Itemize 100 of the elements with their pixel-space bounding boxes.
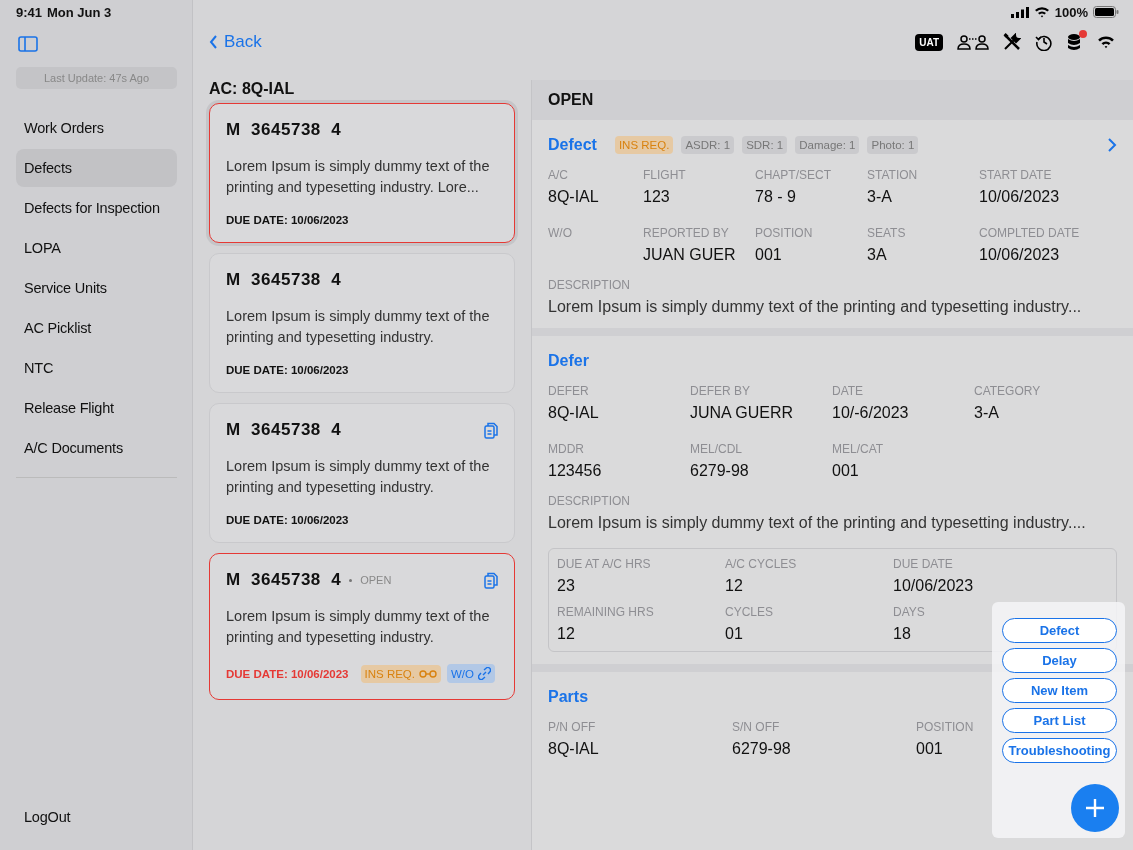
documents-icon[interactable] (484, 421, 498, 439)
add-button[interactable] (1071, 784, 1119, 832)
due-date: DUE DATE: 10/06/2023 (226, 514, 349, 526)
field-value: 001 (916, 740, 943, 758)
sidebar-item[interactable]: Service Units (16, 269, 177, 307)
field-label: P/N OFF (548, 720, 596, 734)
environment-badge: UAT (915, 33, 943, 51)
due-date: DUE DATE: 10/06/2023 (226, 214, 349, 226)
plus-icon (1085, 798, 1105, 818)
field-label: MEL/CAT (832, 442, 884, 456)
card-title: M 3645738 4 (226, 570, 342, 590)
field-label: DEFER (548, 384, 589, 398)
card-title: M 3645738 4 (226, 270, 342, 290)
field-label: DUE AT A/C HRS (557, 557, 651, 571)
wifi-icon[interactable] (1097, 35, 1115, 49)
sidebar-item[interactable]: Defects for Inspection (16, 189, 177, 227)
signal-icon (1010, 6, 1029, 18)
field-value: 123 (643, 188, 670, 206)
field-label: COMPLTED DATE (979, 226, 1080, 240)
field-value: 123456 (548, 462, 602, 480)
field-value: 001 (832, 462, 859, 480)
field-label: POSITION (755, 226, 813, 240)
field-label: CHAPT/SECT (755, 168, 831, 182)
field-label: SEATS (867, 226, 906, 240)
defect-card[interactable]: M 3645738 4 OPEN Lorem Ipsum is simply dummy text of the printing and typesetting industry. DUE DATE: 10/06/2023 INS REQ. W/O (209, 553, 515, 700)
menu-button[interactable]: Part List (1002, 708, 1117, 733)
due-date: DUE DATE: 10/06/2023 (226, 364, 349, 376)
battery-percent: 100% (1054, 4, 1088, 20)
field-value: 12 (725, 577, 743, 595)
battery-icon (1093, 6, 1119, 18)
field-value: 8Q-IAL (548, 740, 599, 758)
field-label: REPORTED BY (643, 226, 729, 240)
sidebar-item[interactable]: NTC (16, 349, 177, 387)
sidebar-item[interactable]: AC Picklist (16, 309, 177, 347)
field-label: DUE DATE (893, 557, 953, 571)
field-value: JUNA GUERR (690, 404, 794, 422)
separator-dot (349, 578, 353, 582)
field-label: MEL/CDL (690, 442, 742, 456)
defect-card[interactable]: M 3645738 4 Lorem Ipsum is simply dummy text of the printing and typesetting industry. DUE DATE: 10/06/2023 (209, 403, 515, 543)
field-value: 10/06/2023 (979, 188, 1060, 206)
card-title: M 3645738 4 (226, 420, 342, 440)
sidebar-toggle-icon[interactable] (18, 36, 38, 52)
field-value: 18 (893, 625, 911, 643)
field-label: CYCLES (725, 605, 774, 619)
tag: INS REQ. (614, 136, 674, 154)
field-value: 8Q-IAL (548, 188, 599, 206)
section-title: Defect (548, 136, 597, 154)
field-value: 01 (725, 625, 743, 643)
field-value: 6279-98 (690, 462, 749, 480)
history-icon[interactable] (1035, 33, 1053, 51)
menu-button[interactable]: Delay (1002, 648, 1117, 673)
database-icon[interactable] (1067, 33, 1083, 51)
card-description: Lorem Ipsum is simply dummy text of the printing and typesetting industry. Lore... (226, 157, 491, 197)
field-value: 78 - 9 (755, 188, 796, 206)
link-icon (478, 667, 491, 680)
field-label: DEFER BY (690, 384, 750, 398)
tag: Photo: 1 (867, 136, 919, 154)
field-value: 10/06/2023 (893, 577, 974, 595)
chevron-left-icon (209, 35, 218, 49)
sidebar-item[interactable]: A/C Documents (16, 429, 177, 467)
card-description: Lorem Ipsum is simply dummy text of the printing and typesetting industry. (226, 307, 491, 347)
field-value: 3A (867, 246, 887, 264)
field-value: 8Q-IAL (548, 404, 599, 422)
documents-icon[interactable] (484, 571, 498, 589)
card-title: M 3645738 4 (226, 120, 342, 140)
card-description: Lorem Ipsum is simply dummy text of the printing and typesetting industry. (226, 607, 491, 647)
tag: ASDR: 1 (681, 136, 735, 154)
field-label: STATION (867, 168, 918, 182)
glasses-icon (419, 669, 437, 678)
chevron-right-icon[interactable] (1107, 137, 1117, 153)
field-label: A/C CYCLES (725, 557, 797, 571)
field-label: POSITION (916, 720, 974, 734)
sidebar-item[interactable]: LOPA (16, 229, 177, 267)
wifi-icon (1033, 6, 1050, 18)
users-icon[interactable] (957, 34, 989, 50)
section-title: Defer (548, 352, 589, 370)
status-date: Mon Jun 3 (47, 4, 112, 20)
field-value: JUAN GUER (643, 246, 736, 264)
card-description: Lorem Ipsum is simply dummy text of the printing and typesetting industry. (226, 457, 491, 497)
field-label: W/O (548, 226, 572, 240)
due-date: DUE DATE: 10/06/2023 (226, 667, 349, 680)
menu-button[interactable]: New Item (1002, 678, 1117, 703)
field-label: A/C (548, 168, 568, 182)
field-label: S/N OFF (732, 720, 780, 734)
defect-card[interactable]: M 3645738 4 Lorem Ipsum is simply dummy text of the printing and typesetting industry. Lore... DUE DATE: 10/06/2023 (209, 103, 515, 243)
sidebar-item[interactable]: Work Orders (16, 109, 177, 147)
menu-button[interactable]: Defect (1002, 618, 1117, 643)
field-value: 3-A (974, 404, 999, 422)
field-label: REMAINING HRS (557, 605, 654, 619)
field-label: START DATE (979, 168, 1052, 182)
sidebar-item[interactable]: Release Flight (16, 389, 177, 427)
menu-button[interactable]: Troubleshooting (1002, 738, 1117, 763)
sidebar-item[interactable]: Defects (16, 149, 177, 187)
field-value: 6279-98 (732, 740, 791, 758)
status-header: OPEN (532, 80, 1133, 120)
defect-card[interactable]: M 3645738 4 Lorem Ipsum is simply dummy text of the printing and typesetting industry. DUE DATE: 10/06/2023 (209, 253, 515, 393)
field-label: DESCRIPTION (548, 494, 630, 508)
logout-item[interactable]: LogOut (16, 798, 177, 836)
status-time: 9:41 (16, 4, 43, 20)
tag: SDR: 1 (742, 136, 788, 154)
